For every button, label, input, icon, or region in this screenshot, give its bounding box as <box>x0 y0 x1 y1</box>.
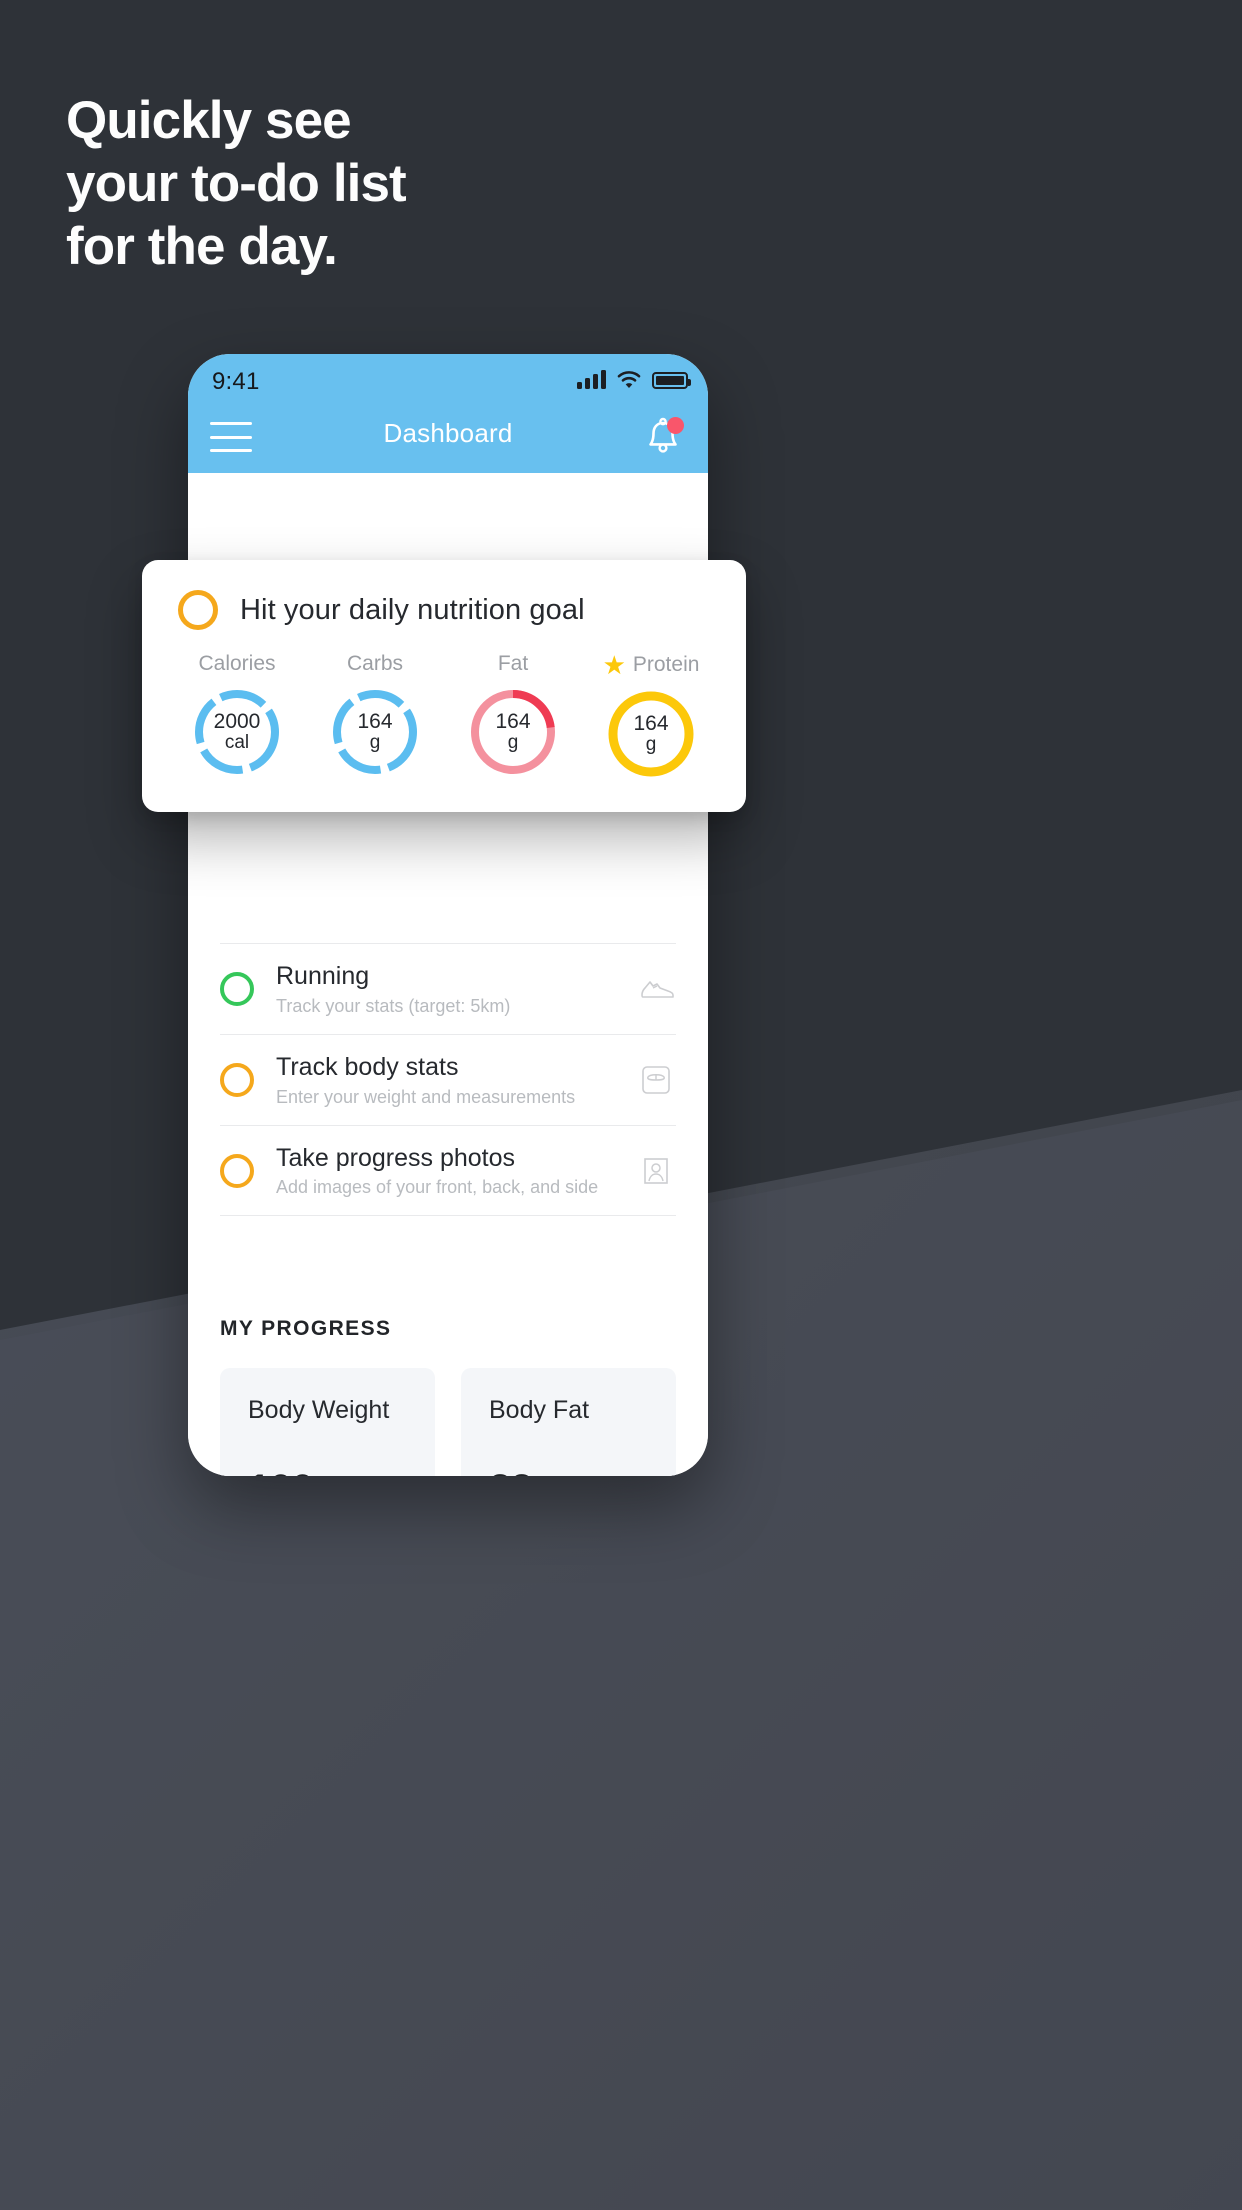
macro-label: Fat <box>497 652 529 675</box>
battery-icon <box>652 372 691 389</box>
todo-item-running[interactable]: Running Track your stats (target: 5km) <box>220 943 676 1035</box>
app-navbar: Dashboard <box>188 404 708 473</box>
macro-value: 164 <box>633 711 669 735</box>
bell-icon[interactable] <box>640 414 686 462</box>
macro-donut-fat: 164 g <box>467 686 559 778</box>
nutrition-card-title: Hit your daily nutrition goal <box>240 593 585 626</box>
macro-value: 2000 <box>213 709 261 733</box>
headline-line-1: Quickly see <box>66 91 352 150</box>
macro-value: 164 <box>495 709 531 733</box>
macro-donut-text: 164 g <box>605 688 697 780</box>
progress-card-value: 23 <box>489 1467 533 1476</box>
macro-label-group: Calories <box>198 652 275 676</box>
progress-card-value-group: 23 % <box>489 1467 560 1476</box>
todo-title: Take progress photos <box>276 1143 516 1172</box>
notification-badge <box>667 417 684 434</box>
todo-text: Take progress photos Add images of your … <box>276 1144 636 1199</box>
cellular-signal-icon <box>577 370 606 389</box>
running-shoe-icon <box>636 969 676 1009</box>
app-header: 9:41 Dashboard <box>188 354 708 473</box>
todo-checkbox-ring[interactable] <box>220 1063 254 1098</box>
todo-title: Running <box>276 962 370 990</box>
macro-label-group: ★ Protein <box>603 652 700 678</box>
progress-card-value-group: 100 kg <box>248 1467 344 1476</box>
macro-label: Carbs <box>346 652 404 675</box>
wifi-icon <box>617 370 641 389</box>
status-bar: 9:41 <box>188 354 708 404</box>
macro-donut-calories: 2000 cal <box>191 686 283 778</box>
macro-fat[interactable]: Fat 164 g <box>444 652 582 780</box>
todo-text: Track body stats Enter your weight and m… <box>276 1053 636 1108</box>
todo-title: Track body stats <box>276 1052 459 1081</box>
progress-card-label: Body Fat <box>489 1396 590 1424</box>
todo-item-progress-photos[interactable]: Take progress photos Add images of your … <box>220 1126 676 1217</box>
todo-subtitle: Track your stats (target: 5km) <box>276 995 511 1016</box>
progress-card-label: Body Weight <box>248 1396 390 1424</box>
macro-donut-text: 164 g <box>329 686 421 778</box>
star-icon: ★ <box>602 650 626 680</box>
macro-label-group: Carbs <box>347 652 403 676</box>
macro-unit: cal <box>224 732 250 754</box>
phone-mockup: 9:41 Dashboard Running Track your stats … <box>188 354 708 1476</box>
macro-value: 164 <box>357 709 393 733</box>
macro-unit: g <box>507 732 519 754</box>
macro-carbs[interactable]: Carbs 164 g <box>306 652 444 780</box>
macro-label-group: Fat <box>498 652 528 676</box>
status-bar-time: 9:41 <box>212 368 260 395</box>
progress-card-body-fat[interactable]: Body Fat 23 % <box>461 1368 676 1476</box>
photo-person-icon <box>636 1151 676 1191</box>
headline-line-3: for the day. <box>66 217 338 276</box>
headline-line-2: your to-do list <box>66 154 407 213</box>
progress-card-value: 100 <box>248 1467 314 1476</box>
todo-checkbox-ring[interactable] <box>178 590 218 630</box>
todo-subtitle: Enter your weight and measurements <box>276 1086 576 1107</box>
macro-protein[interactable]: ★ Protein 164 g <box>582 652 720 780</box>
app-title: Dashboard <box>383 418 513 448</box>
todo-checkbox-ring[interactable] <box>220 1153 254 1188</box>
todo-text: Running Track your stats (target: 5km) <box>276 962 636 1017</box>
macro-label: Calories <box>198 652 276 675</box>
macro-label: Protein <box>632 653 700 676</box>
weight-scale-icon <box>636 1060 676 1100</box>
todo-list: Running Track your stats (target: 5km) T… <box>220 943 676 1217</box>
progress-card-list: Body Weight 100 kg Bo <box>220 1368 676 1476</box>
macro-donut-text: 164 g <box>467 686 559 778</box>
macro-donut-carbs: 164 g <box>329 686 421 778</box>
page-title: Quickly see your to-do list for the day. <box>66 94 706 283</box>
todo-item-body-stats[interactable]: Track body stats Enter your weight and m… <box>220 1035 676 1126</box>
nutrition-goal-card[interactable]: Hit your daily nutrition goal Calories 2… <box>142 560 746 812</box>
todo-checkbox-ring[interactable] <box>220 972 254 1007</box>
macro-donut-text: 2000 cal <box>191 686 283 778</box>
macro-donut-protein: 164 g <box>605 688 697 780</box>
todo-subtitle: Add images of your front, back, and side <box>276 1177 599 1198</box>
section-title-my-progress: MY PROGRESS <box>220 1317 392 1340</box>
macro-list: Calories 2000 cal Carbs 164 g Fat 164 g … <box>142 630 746 780</box>
nutrition-card-header: Hit your daily nutrition goal <box>142 560 746 630</box>
status-bar-icons <box>577 370 691 389</box>
progress-card-body-weight[interactable]: Body Weight 100 kg <box>220 1368 435 1476</box>
macro-calories[interactable]: Calories 2000 cal <box>168 652 306 780</box>
macro-unit: g <box>369 732 381 754</box>
macro-unit: g <box>645 734 657 756</box>
